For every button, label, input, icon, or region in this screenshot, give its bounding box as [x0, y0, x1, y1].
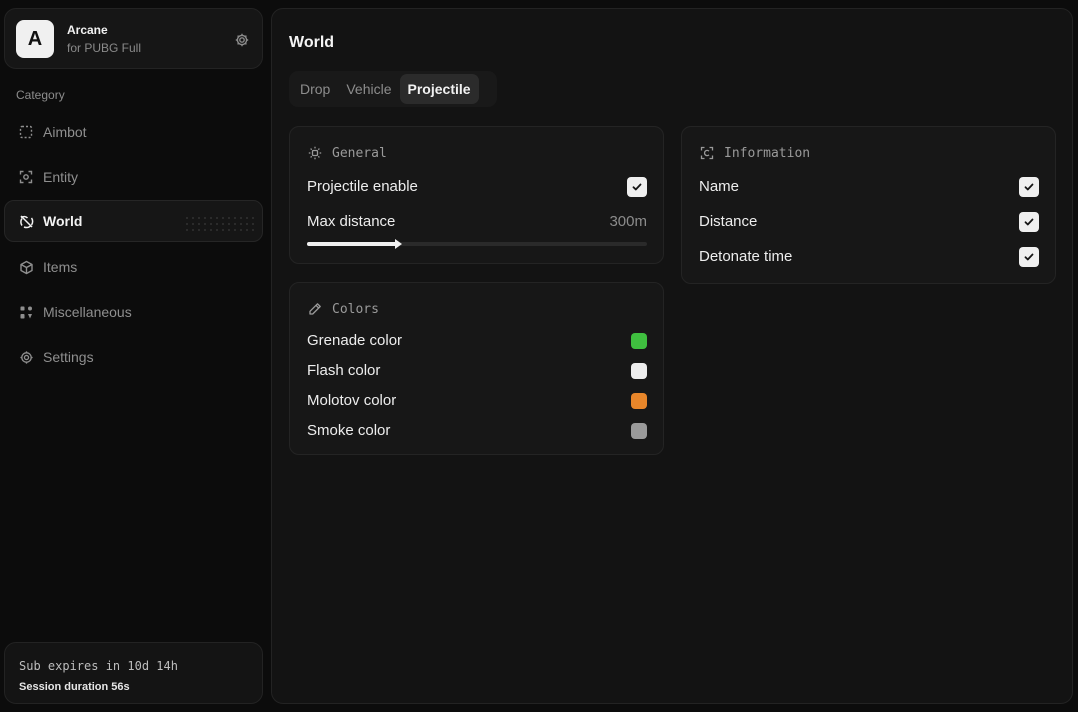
brand-subtitle: for PUBG Full	[67, 41, 142, 55]
information-header: Information	[699, 145, 810, 161]
detonate-time-label: Detonate time	[699, 248, 793, 265]
smoke-color-swatch[interactable]	[631, 423, 647, 439]
flash-color-label: Flash color	[307, 362, 381, 379]
subscription-expiry: Sub expires in 10d 14h	[19, 659, 178, 673]
brand-logo: A	[16, 20, 54, 58]
brand-card: A Arcane for PUBG Full	[4, 8, 263, 69]
colors-title: Colors	[332, 301, 379, 317]
category-label: Category	[16, 88, 65, 102]
checkmark-icon	[1024, 183, 1034, 191]
smoke-color-label: Smoke color	[307, 422, 391, 439]
sidebar: A Arcane for PUBG Full Category Aimbot E…	[4, 8, 264, 704]
pencil-icon	[307, 301, 323, 317]
grenade-color-label: Grenade color	[307, 332, 403, 349]
globe-slash-icon	[18, 213, 34, 229]
tab-drop[interactable]: Drop	[292, 74, 338, 104]
cube-icon	[18, 259, 34, 275]
crosshair-square-icon	[18, 124, 34, 140]
projectile-enable-checkbox[interactable]	[627, 177, 647, 197]
tab-vehicle[interactable]: Vehicle	[338, 74, 399, 104]
sidebar-item-world[interactable]: World	[4, 200, 263, 242]
sun-icon	[307, 145, 323, 161]
sidebar-item-entity[interactable]: Entity	[4, 156, 263, 198]
sidebar-item-miscellaneous[interactable]: Miscellaneous	[4, 291, 263, 333]
general-card: General Projectile enable Max distance 3…	[289, 126, 664, 264]
checkmark-icon	[1024, 253, 1034, 261]
sidebar-item-label: Items	[43, 259, 78, 275]
distance-label: Distance	[699, 213, 758, 230]
checkmark-icon	[1024, 218, 1034, 226]
subscription-card: Sub expires in 10d 14h Session duration …	[4, 642, 263, 704]
page-title: World	[289, 34, 335, 51]
sidebar-item-aimbot[interactable]: Aimbot	[4, 111, 263, 153]
checkmark-icon	[632, 183, 642, 191]
information-card: Information Name Distance Detonate time	[681, 126, 1056, 284]
max-distance-value: 300m	[609, 213, 647, 230]
max-distance-label: Max distance	[307, 213, 396, 230]
entity-target-icon	[18, 169, 34, 185]
name-label: Name	[699, 178, 740, 195]
gear-icon[interactable]	[234, 32, 250, 48]
name-checkbox[interactable]	[1019, 177, 1039, 197]
gear-icon	[18, 349, 34, 365]
colors-header: Colors	[307, 301, 379, 317]
slider-fill	[307, 242, 399, 246]
tab-bar: Drop Vehicle Projectile	[289, 71, 497, 107]
brand-name: Arcane	[67, 23, 108, 37]
general-title: General	[332, 145, 387, 161]
grenade-color-swatch[interactable]	[631, 333, 647, 349]
sidebar-item-label: World	[43, 213, 83, 229]
sidebar-item-label: Miscellaneous	[43, 304, 132, 320]
main-panel: World Drop Vehicle Projectile General Pr…	[271, 8, 1073, 704]
slider-thumb[interactable]	[394, 239, 402, 249]
distance-checkbox[interactable]	[1019, 212, 1039, 232]
sidebar-item-settings[interactable]: Settings	[4, 336, 263, 378]
projectile-enable-label: Projectile enable	[307, 178, 418, 195]
sidebar-item-items[interactable]: Items	[4, 246, 263, 288]
misc-grid-icon	[18, 304, 34, 320]
colors-card: Colors Grenade color Flash color Molotov…	[289, 282, 664, 455]
scan-icon	[699, 145, 715, 161]
information-title: Information	[724, 145, 811, 161]
molotov-color-swatch[interactable]	[631, 393, 647, 409]
sidebar-item-label: Aimbot	[43, 124, 87, 140]
session-duration: Session duration 56s	[19, 681, 130, 693]
max-distance-slider[interactable]	[307, 239, 647, 249]
general-header: General	[307, 145, 387, 161]
molotov-color-label: Molotov color	[307, 392, 397, 409]
flash-color-swatch[interactable]	[631, 363, 647, 379]
sidebar-item-label: Entity	[43, 169, 79, 185]
detonate-time-checkbox[interactable]	[1019, 247, 1039, 267]
active-dots-pattern	[184, 215, 254, 233]
sidebar-item-label: Settings	[43, 349, 94, 365]
tab-projectile[interactable]: Projectile	[399, 74, 479, 104]
